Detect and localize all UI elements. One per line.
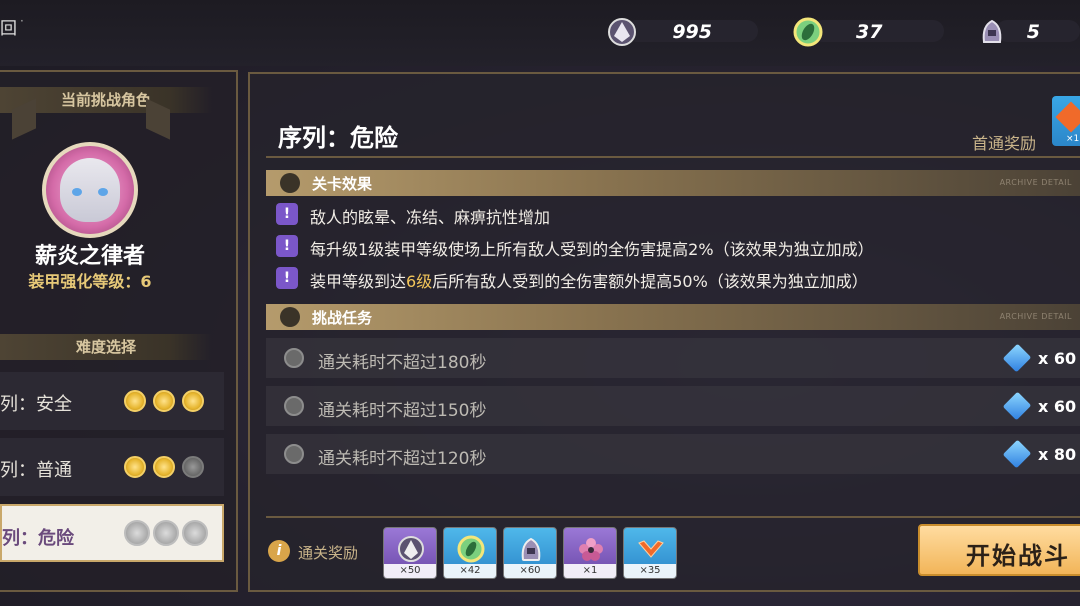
medal-icon xyxy=(124,390,146,412)
task-text: 通关耗时不超过180秒 xyxy=(318,353,487,373)
chevron-emblem-icon xyxy=(638,540,664,558)
section-title: 挑战任务 xyxy=(312,309,373,327)
character-name: 薪炎之律者 xyxy=(34,244,145,269)
task-row: 通关耗时不超过120秒 x 80 xyxy=(266,434,1080,474)
effect-item: ! 敌人的眩晕、冻结、麻痹抗性增加 xyxy=(276,200,1080,228)
resource-value: 37 xyxy=(856,21,883,43)
effect-item: ! 每升级1级装甲等级使场上所有敌人受到的全伤害提高2%（该效果为独立加成） xyxy=(276,232,1080,260)
crystal-gem-icon xyxy=(1002,439,1032,469)
info-icon[interactable]: i xyxy=(268,540,290,562)
task-row: 通关耗时不超过150秒 x 60 xyxy=(266,386,1080,426)
first-clear-label: 首通奖励 xyxy=(972,134,1037,153)
crystal-gem-icon xyxy=(1002,391,1032,421)
medal-icon xyxy=(153,456,175,478)
medal-icon xyxy=(182,456,204,478)
warning-icon: ! xyxy=(276,267,298,289)
reward-item[interactable]: ×35 xyxy=(623,527,677,579)
reward-count: ×1 xyxy=(564,564,616,578)
reward-item[interactable]: ×60 xyxy=(503,527,557,579)
effect-text: 每升级1级装甲等级使场上所有敌人受到的全伤害提高2%（该效果为独立加成） xyxy=(310,240,874,259)
disc-coin-icon xyxy=(793,17,823,47)
top-bar: 回 · 995 37 5 xyxy=(0,0,1080,66)
gear-badge-icon xyxy=(284,444,304,464)
medal-icon xyxy=(124,456,146,478)
warning-icon: ! xyxy=(276,203,298,225)
helmet-icon xyxy=(521,537,541,561)
effect-item: ! 装甲等级到达6级后所有敌人受到的全伤害额外提高50%（该效果为独立加成） xyxy=(276,264,1080,292)
medal-icon xyxy=(182,390,204,412)
medal-icon xyxy=(182,520,208,546)
crystal-gem-icon xyxy=(1002,343,1032,373)
avatar[interactable] xyxy=(42,142,138,238)
hazard-icon xyxy=(280,173,300,193)
resource-value: 995 xyxy=(672,21,712,43)
effect-text: 装甲等级到达6级后所有敌人受到的全伤害额外提高50%（该效果为独立加成） xyxy=(310,272,868,291)
effect-text: 敌人的眩晕、冻结、麻痹抗性增加 xyxy=(310,208,551,227)
back-button[interactable]: 回 xyxy=(0,14,17,39)
difficulty-option-danger[interactable]: 列：危险 xyxy=(0,504,224,562)
resource-coin: 37 xyxy=(792,16,944,47)
crystal-emblem-icon xyxy=(608,18,636,46)
disc-coin-icon xyxy=(457,535,485,563)
archive-detail: ARCHIVE DETAIL xyxy=(999,178,1072,187)
medal-icon xyxy=(153,390,175,412)
difficulty-option-safe[interactable]: 列：安全 xyxy=(0,372,224,430)
difficulty-label: 列：危险 xyxy=(2,528,74,549)
task-text: 通关耗时不超过150秒 xyxy=(318,401,487,421)
hazard-icon xyxy=(280,307,300,327)
back-dot: · xyxy=(20,14,24,28)
difficulty-option-normal[interactable]: 列：普通 xyxy=(0,438,224,496)
medal-icon xyxy=(124,520,150,546)
task-reward-count: x 60 xyxy=(1038,349,1077,368)
first-clear-reward[interactable]: ×1 xyxy=(1052,96,1080,146)
reward-item[interactable]: ×42 xyxy=(443,527,497,579)
start-battle-label: 开始战斗 xyxy=(966,542,1070,570)
gear-badge-icon xyxy=(284,348,304,368)
crystal-emblem-icon xyxy=(398,536,424,562)
warning-icon: ! xyxy=(276,235,298,257)
gear-badge-icon xyxy=(284,396,304,416)
resource-helmet: 5 xyxy=(976,16,1080,46)
challenge-tasks-header: 挑战任务 ARCHIVE DETAIL xyxy=(266,304,1080,330)
resource-value: 5 xyxy=(1026,21,1040,43)
start-battle-button[interactable]: 开始战斗 xyxy=(918,524,1080,576)
clear-reward-label: 通关奖励 xyxy=(298,544,359,562)
chevron-emblem-icon xyxy=(1055,101,1080,133)
stage-effects-header: 关卡效果 ARCHIVE DETAIL xyxy=(266,170,1080,196)
reward-count: ×60 xyxy=(504,564,556,578)
flower-icon xyxy=(579,538,603,561)
armor-level: 装甲强化等级：6 xyxy=(28,272,152,291)
reward-count: ×35 xyxy=(624,564,676,578)
difficulty-label: 列：安全 xyxy=(0,394,72,415)
divider xyxy=(266,516,1080,518)
task-text: 通关耗时不超过120秒 xyxy=(318,449,487,469)
difficulty-header: 难度选择 xyxy=(0,334,212,360)
reward-count: ×50 xyxy=(384,564,436,578)
helmet-icon xyxy=(982,19,1002,43)
resource-crystal: 995 xyxy=(606,16,758,46)
difficulty-label: 列：普通 xyxy=(0,460,72,481)
task-reward-count: x 80 xyxy=(1038,445,1077,464)
reward-item[interactable]: ×50 xyxy=(383,527,437,579)
medal-icon xyxy=(153,520,179,546)
page-title: 序列：危险 xyxy=(278,124,398,152)
divider xyxy=(266,156,1080,158)
reward-count: ×42 xyxy=(444,564,496,578)
section-title: 关卡效果 xyxy=(312,175,373,193)
reward-item[interactable]: ×1 xyxy=(563,527,617,579)
archive-detail: ARCHIVE DETAIL xyxy=(999,312,1072,321)
task-row: 通关耗时不超过180秒 x 60 xyxy=(266,338,1080,378)
task-reward-count: x 60 xyxy=(1038,397,1077,416)
